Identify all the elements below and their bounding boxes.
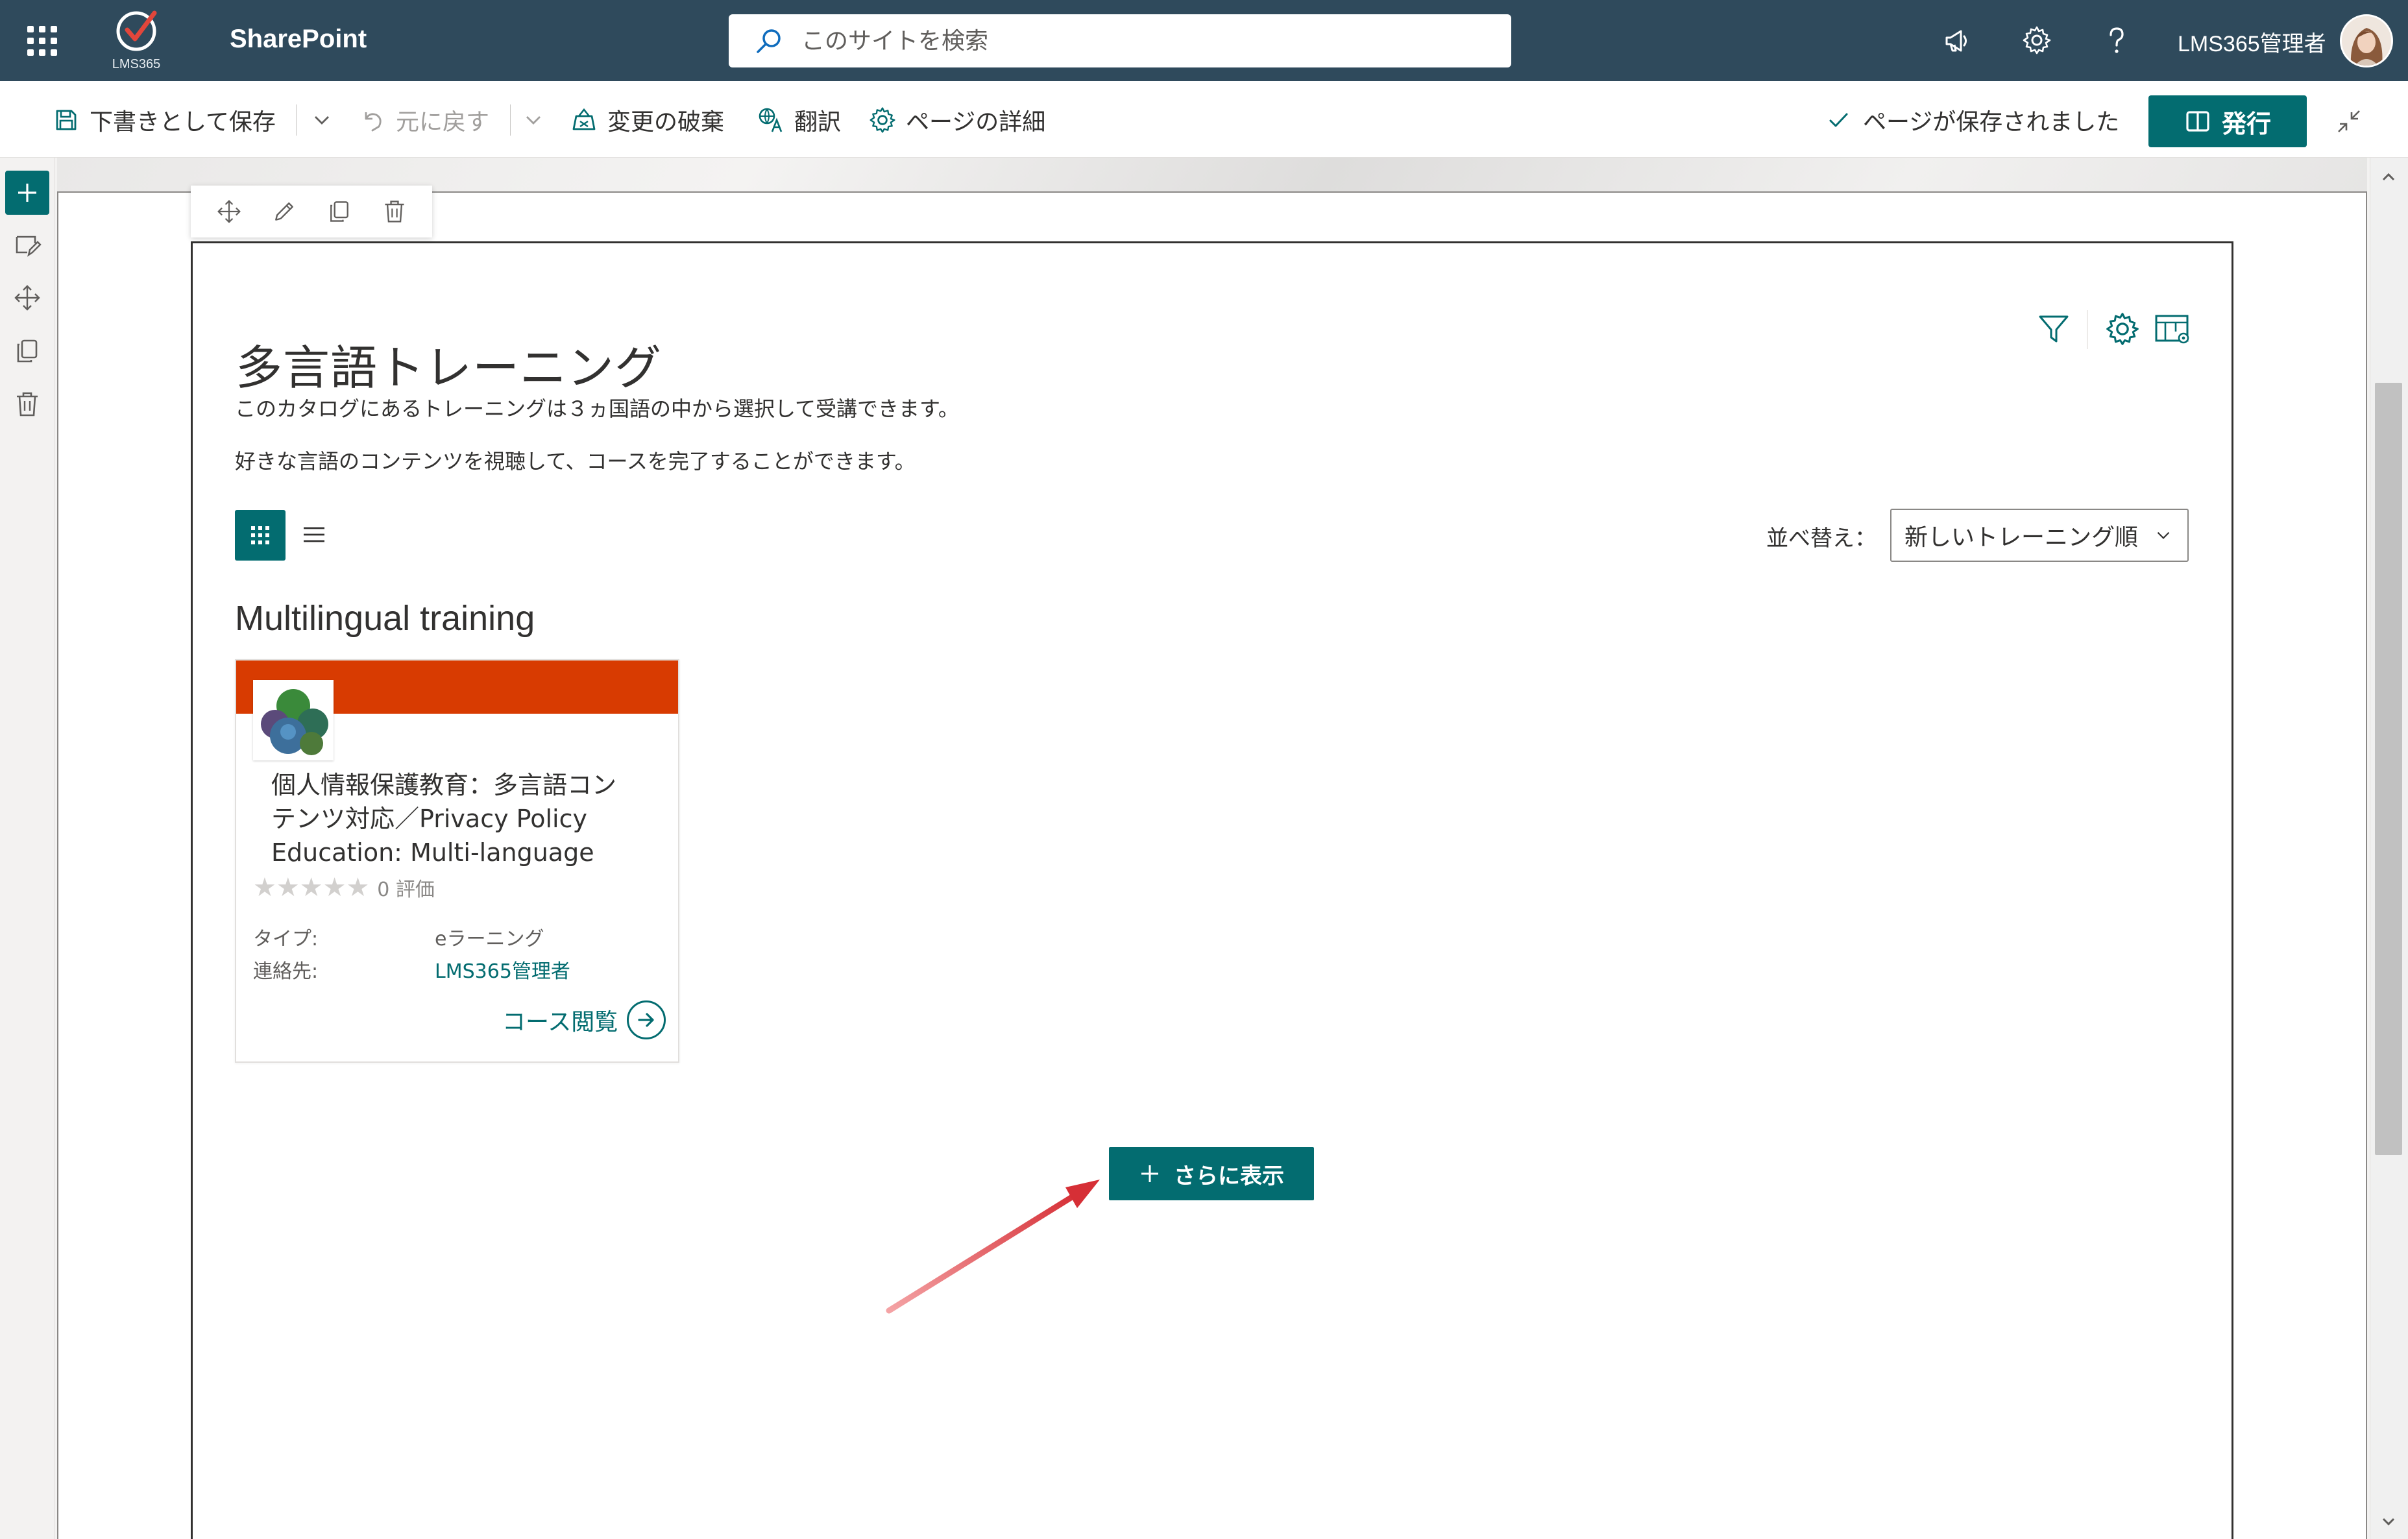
page-details-label: ページの詳細 — [906, 109, 1046, 136]
avatar[interactable] — [2340, 14, 2393, 67]
move-icon[interactable] — [212, 195, 246, 228]
view-course-label: コース閲覧 — [502, 1009, 618, 1036]
user-name[interactable]: LMS365管理者 — [2178, 26, 2326, 58]
gear-icon[interactable] — [2016, 19, 2058, 61]
save-draft-label: 下書きとして保存 — [90, 109, 276, 136]
undo-icon — [358, 106, 387, 134]
duplicate-icon[interactable] — [322, 195, 356, 228]
help-icon[interactable] — [2096, 19, 2137, 61]
sort-value: 新しいトレーニング順 — [1904, 524, 2139, 551]
contact-link[interactable]: LMS365管理者 — [435, 955, 570, 984]
webpart-title: 多言語トレーニング — [236, 341, 663, 396]
discard-label: 変更の破棄 — [607, 109, 725, 136]
command-bar: 下書きとして保存 元に戻す 変更の破棄 翻訳 ページの詳細 ページが保存されまし… — [0, 81, 2408, 158]
save-draft-button[interactable]: 下書きとして保存 — [52, 102, 276, 138]
course-title[interactable]: 個人情報保護教育：多言語コン テンツ対応／Privacy Policy Educ… — [271, 768, 654, 869]
app-name[interactable]: SharePoint — [230, 25, 367, 54]
app-launcher-icon[interactable] — [21, 19, 62, 61]
translate-label: 翻訳 — [794, 109, 842, 136]
add-section-button[interactable] — [5, 171, 49, 215]
checkmark-icon — [1825, 107, 1851, 133]
sort-label: 並べ替え： — [1766, 526, 1877, 551]
logo-text: LMS365 — [112, 57, 161, 71]
plus-icon — [1139, 1163, 1161, 1185]
translate-icon — [757, 106, 785, 134]
divider — [296, 104, 297, 136]
save-status-text: ページが保存されました — [1863, 109, 2120, 136]
left-toolbox — [0, 158, 55, 1539]
scroll-up-icon[interactable] — [2379, 167, 2398, 187]
view-course-link[interactable]: コース閲覧 — [502, 1000, 666, 1039]
move-icon[interactable] — [9, 280, 45, 316]
edit-section-icon[interactable] — [9, 226, 45, 263]
star-icon: ★ — [346, 873, 370, 903]
scroll-down-icon[interactable] — [2379, 1512, 2398, 1531]
plus-icon — [18, 184, 36, 202]
delete-icon[interactable] — [9, 386, 45, 422]
search-input[interactable] — [800, 23, 1488, 58]
divider — [2087, 310, 2088, 349]
annotation-arrow — [886, 1180, 1100, 1314]
save-icon — [52, 106, 80, 134]
star-icon: ★ — [276, 873, 300, 903]
chevron-down-icon[interactable] — [520, 107, 546, 133]
edit-icon[interactable] — [267, 195, 301, 228]
gear-icon — [868, 106, 897, 134]
publish-label: 発行 — [2221, 109, 2271, 138]
show-more-button[interactable]: さらに表示 — [1109, 1147, 1314, 1200]
lms365-logo-icon — [116, 10, 157, 51]
publish-button[interactable]: 発行 — [2148, 95, 2307, 147]
list-view-button[interactable] — [296, 516, 332, 553]
avatar-image — [2342, 16, 2391, 66]
undo-button[interactable]: 元に戻す — [358, 102, 489, 138]
course-thumbnail — [253, 680, 334, 760]
type-value: eラーニング — [435, 928, 544, 951]
page-details-button[interactable]: ページの詳細 — [868, 102, 1045, 138]
rating: ★ ★ ★ ★ ★ 0 評価 — [253, 873, 435, 902]
type-label: タイプ: — [253, 928, 319, 951]
show-more-label: さらに表示 — [1174, 1163, 1284, 1189]
duplicate-icon[interactable] — [9, 333, 45, 369]
suite-bar: LMS365 SharePoint LMS365管理者 — [0, 0, 2408, 81]
discard-changes-button[interactable]: 変更の破棄 — [570, 102, 724, 138]
grid-icon — [251, 526, 269, 544]
filter-icon[interactable] — [2031, 306, 2076, 352]
undo-label: 元に戻す — [396, 109, 490, 136]
course-title-line: テンツ対応／Privacy Policy — [271, 805, 587, 833]
book-icon — [2184, 108, 2211, 135]
star-icon: ★ — [299, 873, 323, 903]
translate-button[interactable]: 翻訳 — [757, 102, 841, 138]
course-title-line: Education: Multi-language — [271, 838, 594, 867]
group-title: Multilingual training — [235, 599, 535, 638]
course-title-line: 個人情報保護教育：多言語コン — [271, 771, 617, 799]
sort-dropdown[interactable]: 新しいトレーニング順 — [1890, 509, 2189, 562]
grid-view-button[interactable] — [235, 510, 286, 561]
chevron-down-icon[interactable] — [309, 107, 335, 133]
rating-count: 0 評価 — [377, 879, 435, 901]
star-icon: ★ — [253, 873, 276, 903]
search-icon — [755, 27, 783, 56]
star-icon: ★ — [322, 873, 347, 903]
delete-icon[interactable] — [378, 195, 411, 228]
scrollbar-thumb[interactable] — [2375, 383, 2402, 1155]
gear-icon[interactable] — [2100, 306, 2145, 352]
discard-icon — [570, 106, 598, 134]
lms365-logo[interactable]: LMS365 — [104, 4, 169, 75]
description-line-2: 好きな言語のコンテンツを視聴して、コースを完了することができます。 — [235, 449, 916, 474]
contact-label: 連絡先: — [253, 960, 319, 983]
course-card[interactable]: 個人情報保護教育：多言語コン テンツ対応／Privacy Policy Educ… — [235, 659, 679, 1063]
list-icon — [304, 527, 324, 542]
table-settings-icon[interactable] — [2150, 306, 2196, 352]
chevron-down-icon — [2152, 524, 2174, 546]
description-line-1: このカタログにあるトレーニングは３ヵ国語の中から選択して受講できます。 — [235, 396, 959, 421]
divider — [510, 104, 511, 136]
search-box[interactable] — [729, 14, 1511, 67]
webpart-toolbar — [191, 186, 432, 237]
arrow-right-icon — [627, 1000, 666, 1039]
megaphone-icon[interactable] — [1936, 19, 1978, 61]
collapse-icon[interactable] — [2329, 102, 2368, 141]
save-status: ページが保存されました — [1825, 102, 2119, 138]
